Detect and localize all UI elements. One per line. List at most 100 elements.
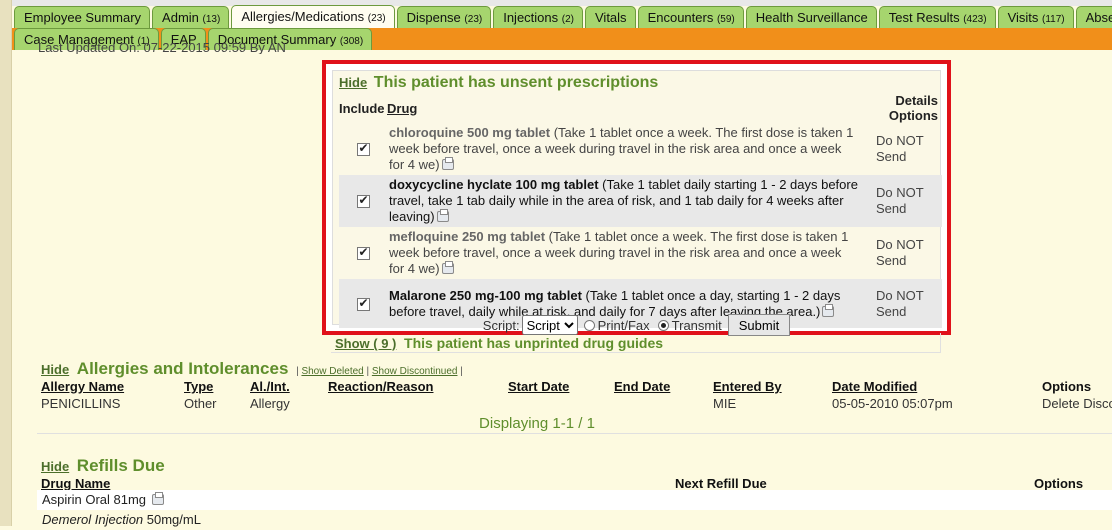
print-fax-label: Print/Fax xyxy=(597,317,650,333)
refill-row: Aspirin Oral 81mg xyxy=(37,490,1112,510)
tab-label: Admin xyxy=(162,10,199,25)
tab-label: Allergies/Medications xyxy=(241,9,365,24)
tab-count-badge: (13) xyxy=(202,14,221,25)
allergy-options-cell[interactable]: Delete Disco xyxy=(1042,396,1112,411)
printer-icon[interactable] xyxy=(151,492,164,505)
allergy-name-header[interactable]: Allergy Name xyxy=(41,379,124,394)
printer-icon[interactable] xyxy=(441,157,454,170)
tab-label: Visits xyxy=(1007,10,1039,25)
tab-injections[interactable]: Injections (2) xyxy=(493,6,583,28)
allergy-start-header[interactable]: Start Date xyxy=(508,379,569,394)
include-checkbox[interactable] xyxy=(356,245,370,260)
allergies-pagination: Displaying 1-1 / 1 xyxy=(479,415,595,432)
show-deleted-link[interactable]: Show Deleted xyxy=(301,366,363,377)
prescriptions-table: Include Drug Details Options chloroquine… xyxy=(339,93,942,328)
send-option-cell[interactable]: Do NOT Send xyxy=(866,123,942,175)
show-discontinued-link[interactable]: Show Discontinued xyxy=(372,366,458,377)
tab-count-badge: (59) xyxy=(716,14,735,25)
prescription-row: mefloquine 250 mg tablet (Take 1 tablet … xyxy=(339,227,942,279)
hide-allergies-link[interactable]: Hide xyxy=(41,362,69,377)
tab-count-badge: (2) xyxy=(561,14,574,25)
tab-employee-summary[interactable]: Employee Summary xyxy=(14,6,151,28)
printer-icon[interactable] xyxy=(441,261,454,274)
tab-admin[interactable]: Admin (13) xyxy=(152,6,230,28)
allergy-type-cell: Other xyxy=(184,396,217,411)
drug-sort-link[interactable]: Drug xyxy=(387,101,417,116)
printer-icon[interactable] xyxy=(436,209,449,222)
tab-count-badge: (423) xyxy=(963,14,987,25)
unsent-prescriptions-panel: Hide This patient has unsent prescriptio… xyxy=(332,70,942,336)
send-option-text: Do NOT Send xyxy=(876,185,924,216)
tab-health-surveillance[interactable]: Health Surveillance xyxy=(745,6,877,28)
include-cell xyxy=(339,227,387,279)
prescription-row: chloroquine 500 mg tablet (Take 1 tablet… xyxy=(339,123,942,175)
drug-cell: mefloquine 250 mg tablet (Take 1 tablet … xyxy=(387,227,866,279)
allergy-entered-header[interactable]: Entered By xyxy=(713,379,782,394)
print-fax-radio[interactable] xyxy=(583,319,595,331)
refill-row: Demerol Injection 50mg/mL xyxy=(37,510,1112,530)
refills-section: Hide Refills Due Drug Name Next Refill D… xyxy=(37,456,1112,530)
prescriptions-header-row: Include Drug Details Options xyxy=(339,93,942,123)
include-checkbox[interactable] xyxy=(356,141,370,156)
include-checkbox[interactable] xyxy=(356,193,370,208)
drug-name: mefloquine 250 mg tablet xyxy=(389,229,546,244)
send-option-cell[interactable]: Do NOT Send xyxy=(866,175,942,227)
refills-header: Hide Refills Due xyxy=(37,456,1112,476)
refill-options-header: Options xyxy=(1034,476,1084,491)
hide-refills-link[interactable]: Hide xyxy=(41,459,69,474)
allergy-name-cell: PENICILLINS xyxy=(41,396,121,411)
show-drug-guides-link[interactable]: Show ( 9 ) xyxy=(335,336,396,351)
allergy-options-header: Options xyxy=(1042,379,1092,394)
options-column-header: Options xyxy=(888,108,938,123)
tab-dispense[interactable]: Dispense (23) xyxy=(396,6,492,28)
tab-visits[interactable]: Visits (117) xyxy=(997,6,1074,28)
tab-test-results[interactable]: Test Results (423) xyxy=(878,6,996,28)
include-column-header: Include xyxy=(339,100,385,116)
refill-drug-name: Demerol Injection xyxy=(42,512,144,527)
prescriptions-body: chloroquine 500 mg tablet (Take 1 tablet… xyxy=(339,123,942,328)
tab-label: Dispense xyxy=(406,10,461,25)
tab-vitals[interactable]: Vitals xyxy=(585,6,636,28)
allergy-reaction-header[interactable]: Reaction/Reason xyxy=(328,379,433,394)
tab-allergies-medications[interactable]: Allergies/Medications (23) xyxy=(231,5,395,28)
tab-label: Absence M xyxy=(1085,10,1112,25)
allergy-modified-cell: 05-05-2010 05:07pm xyxy=(832,396,953,411)
tab-absence-m[interactable]: Absence M xyxy=(1075,6,1112,28)
tab-label: Employee Summary xyxy=(24,10,142,25)
hide-prescriptions-link[interactable]: Hide xyxy=(339,75,367,90)
tab-label: Injections xyxy=(503,10,559,25)
tab-count-badge: (23) xyxy=(464,14,483,25)
allergy-entered-cell: MIE xyxy=(713,396,737,411)
left-panel-edge xyxy=(0,0,12,526)
refill-drug-name: Aspirin Oral 81mg xyxy=(42,492,147,507)
allergy-end-header[interactable]: End Date xyxy=(614,379,670,394)
include-checkbox[interactable] xyxy=(356,296,370,311)
script-label: Script: xyxy=(482,317,520,333)
allergy-modified-header[interactable]: Date Modified xyxy=(832,379,917,394)
prescription-row: doxycycline hyclate 100 mg tablet (Take … xyxy=(339,175,942,227)
script-select[interactable]: Script xyxy=(521,315,578,335)
drug-column-header[interactable]: Drug xyxy=(387,93,866,123)
allergies-filter-links: | Show Deleted | Show Discontinued | xyxy=(296,366,463,377)
last-updated-text: Last Updated On: 07-22-2015 09:59 By AN xyxy=(38,40,286,54)
drug-name: Malarone 250 mg-100 mg tablet xyxy=(389,287,582,303)
send-option-cell[interactable]: Do NOT Send xyxy=(866,227,942,279)
drug-cell: chloroquine 500 mg tablet (Take 1 tablet… xyxy=(387,123,866,175)
transmit-label: Transmit xyxy=(671,317,722,333)
allergy-alint-header[interactable]: Al./Int. xyxy=(250,379,290,394)
drug-guides-title: This patient has unprinted drug guides xyxy=(404,335,664,351)
prescriptions-header: Hide This patient has unsent prescriptio… xyxy=(339,73,658,93)
drug-cell: doxycycline hyclate 100 mg tablet (Take … xyxy=(387,175,866,227)
tab-label: Health Surveillance xyxy=(755,10,868,25)
allergy-type-header[interactable]: Type xyxy=(184,379,213,394)
drug-name: doxycycline hyclate 100 mg tablet xyxy=(389,177,599,192)
refill-drug-dose: 50mg/mL xyxy=(143,512,201,527)
refill-next-header: Next Refill Due xyxy=(675,476,767,491)
tab-encounters[interactable]: Encounters (59) xyxy=(637,6,744,28)
refill-drug-header[interactable]: Drug Name xyxy=(41,476,110,491)
transmit-radio[interactable] xyxy=(657,319,669,331)
allergy-alint-cell: Allergy xyxy=(250,396,290,411)
tab-label: Vitals xyxy=(595,10,627,25)
allergies-section: Hide Allergies and Intolerances | Show D… xyxy=(37,359,1112,434)
tab-count-badge: (23) xyxy=(367,13,386,24)
